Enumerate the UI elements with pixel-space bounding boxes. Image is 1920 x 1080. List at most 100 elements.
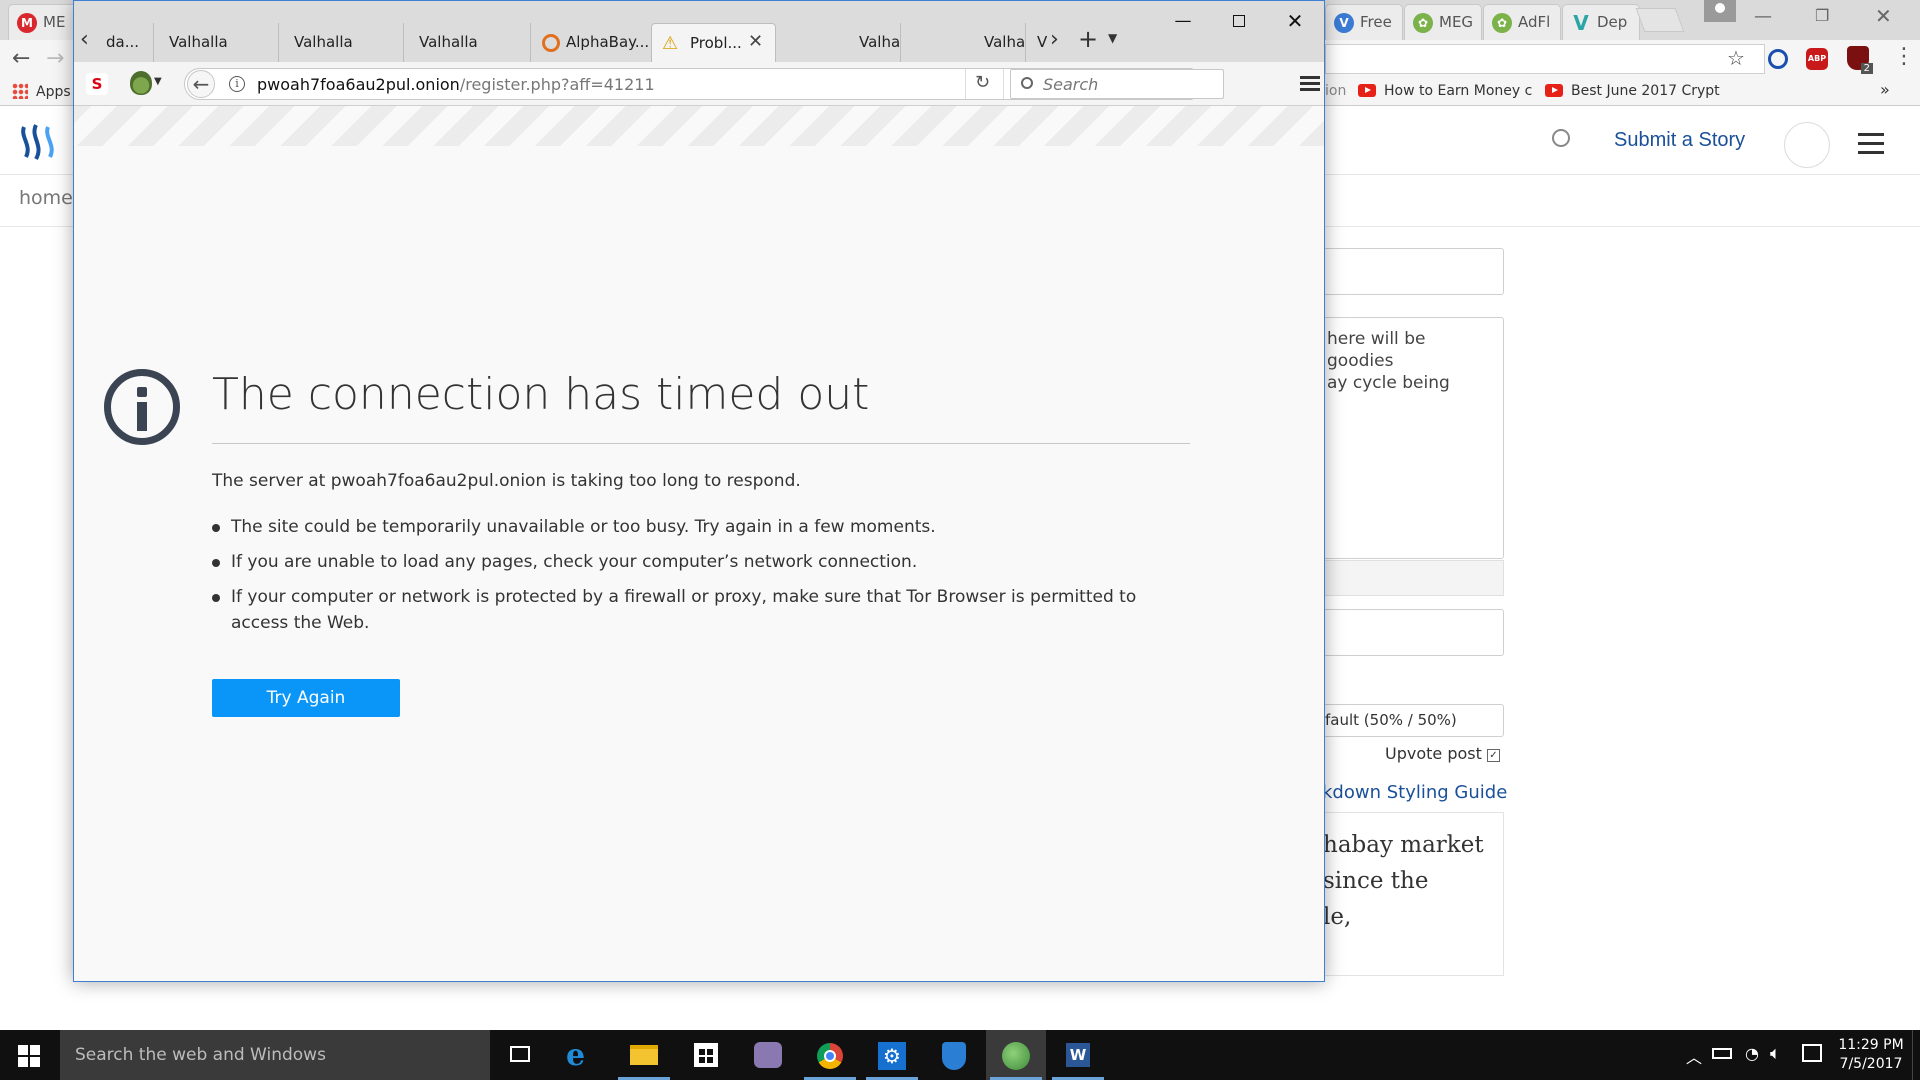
apps-bookmark[interactable]: Apps [12,83,71,100]
bookmarks-overflow[interactable]: » [1880,80,1890,99]
info-circle-icon [104,369,180,445]
word-icon[interactable]: W [1048,1030,1108,1080]
striped-banner [74,106,1324,146]
avatar[interactable] [1784,122,1830,168]
mega-icon: M [17,13,37,33]
submit-story-link[interactable]: Submit a Story [1614,129,1745,152]
chrome-tab[interactable]: ✿ AdFl [1483,4,1561,40]
adblock-icon[interactable]: ABP [1806,48,1828,70]
new-tab-icon[interactable]: + [1078,25,1098,53]
task-view-icon[interactable] [490,1030,550,1080]
forward-icon[interactable]: → [46,46,64,71]
tab-scroll-left-icon[interactable]: ‹ [80,27,89,52]
close-icon[interactable]: ✕ [1875,4,1905,28]
tags-input[interactable] [1300,609,1504,656]
tor-onion-icon[interactable] [130,71,152,95]
search-icon[interactable] [1552,129,1570,147]
error-suggestions: The site could be temporarily unavailabl… [212,514,1172,636]
dropzone-bar[interactable] [1300,560,1504,596]
shield-icon[interactable] [924,1030,984,1080]
search-placeholder: Search [1043,75,1099,94]
close-icon[interactable]: ✕ [1272,1,1318,41]
plant-icon: ✿ [1492,13,1512,33]
body-textarea[interactable]: here will be goodies ay cycle being [1300,317,1504,559]
battery-icon[interactable] [1712,1048,1732,1059]
new-tab-button[interactable] [1635,8,1685,32]
edge-icon[interactable]: e [552,1030,612,1080]
preview-line: since the [1323,868,1429,894]
try-again-button[interactable]: Try Again [212,679,400,717]
tor-tab[interactable]: Valhalla [280,23,404,62]
tor-browser-icon[interactable] [986,1030,1046,1080]
reload-icon[interactable]: ↻ [975,72,990,93]
hamburger-menu-icon[interactable] [1858,133,1884,136]
volume-icon[interactable]: 🔈︎ [1770,1043,1781,1064]
star-icon[interactable]: ☆ [1727,46,1745,70]
chrome-tab[interactable]: V Free [1325,4,1403,40]
minimize-icon[interactable]: — [1754,6,1784,27]
taskbar-search-placeholder: Search the web and Windows [75,1045,326,1065]
tor-tab[interactable]: Valhalla [155,23,279,62]
maximize-icon[interactable] [1216,1,1262,41]
taskbar-search-box[interactable]: Search the web and Windows [60,1030,490,1080]
upvote-checkbox[interactable]: ✓ [1486,749,1500,762]
ublock-icon[interactable]: 2 [1847,46,1873,74]
bookmark-item[interactable]: How to Earn Money c [1358,83,1532,99]
windows-start-icon[interactable] [18,1045,40,1067]
steemit-logo-icon[interactable] [18,119,62,163]
restore-icon[interactable]: ❐ [1815,6,1845,25]
file-explorer-icon[interactable] [614,1030,674,1080]
title-input[interactable] [1300,248,1504,295]
info-icon[interactable]: i [229,76,245,92]
wifi-icon[interactable]: ◔ [1745,1044,1759,1063]
tor-tab[interactable]: V [1027,23,1049,62]
tor-tab[interactable]: AlphaBay... [532,23,656,62]
chrome-icon[interactable] [800,1030,860,1080]
tab-close-icon[interactable]: ✕ [748,31,763,52]
markdown-guide-link[interactable]: kdown Styling Guide [1322,782,1507,803]
tor-tab-label: AlphaBay... [566,33,650,51]
settings-icon[interactable]: ⚙ [862,1030,922,1080]
chevron-up-icon[interactable]: ︿ [1686,1044,1702,1068]
ime-keyboard-icon[interactable] [1802,1044,1822,1062]
chrome-tab-label: ME [43,13,66,31]
back-icon[interactable]: ← [187,70,215,98]
tab-scroll-right-icon[interactable]: › [1050,27,1059,52]
tor-tab[interactable]: da... [96,23,154,62]
chrome-tab-label: Free [1360,13,1392,31]
preview-line: le, [1323,904,1352,930]
tor-tab-active[interactable]: ⚠ Probl... ✕ [651,23,776,62]
tor-search-box[interactable]: Search [1010,69,1224,99]
bookmark-item[interactable]: Best June 2017 Crypt [1545,83,1720,99]
chrome-menu-icon[interactable]: ⋮ [1893,44,1915,69]
payout-select[interactable]: fault (50% / 50%) [1300,704,1504,737]
tor-tab[interactable]: Valhalla [405,23,531,62]
bookmark-item[interactable]: ion [1325,83,1346,99]
chrome-omnibox[interactable] [1325,44,1765,74]
hamburger-menu-icon[interactable] [1300,76,1320,79]
app-owl-icon[interactable] [738,1030,798,1080]
v-icon: V [1334,13,1354,33]
suggestion-item: If your computer or network is protected… [212,584,1172,636]
tor-tab[interactable]: Valhalla [902,23,1026,62]
tor-tab[interactable] [777,23,901,62]
minimize-icon[interactable]: — [1160,1,1206,41]
back-icon[interactable]: ← [12,46,30,71]
chrome-tab-label: Dep [1597,13,1628,31]
youtube-icon [1358,84,1376,97]
show-desktop-button[interactable] [1912,1030,1918,1080]
title-divider [212,443,1190,444]
clock[interactable]: 11:29 PM 7/5/2017 [1836,1036,1906,1074]
suggestion-item: The site could be temporarily unavailabl… [212,514,1172,540]
tab-list-icon[interactable]: ▼ [1108,31,1117,45]
profile-icon[interactable] [1704,0,1736,22]
chevron-down-icon[interactable]: ▼ [154,76,162,87]
noscript-icon[interactable]: S [86,73,108,95]
tor-browser-window: — ✕ ‹ da... Valhalla Valhalla Valhalla A… [73,0,1325,982]
store-icon[interactable] [676,1030,736,1080]
chrome-tab[interactable]: M ME [8,4,80,40]
home-link[interactable]: home [19,187,73,209]
chrome-tab[interactable]: ✿ MEG [1404,4,1482,40]
block-icon[interactable] [1768,49,1788,69]
chrome-tab[interactable]: V Dep [1562,4,1640,40]
